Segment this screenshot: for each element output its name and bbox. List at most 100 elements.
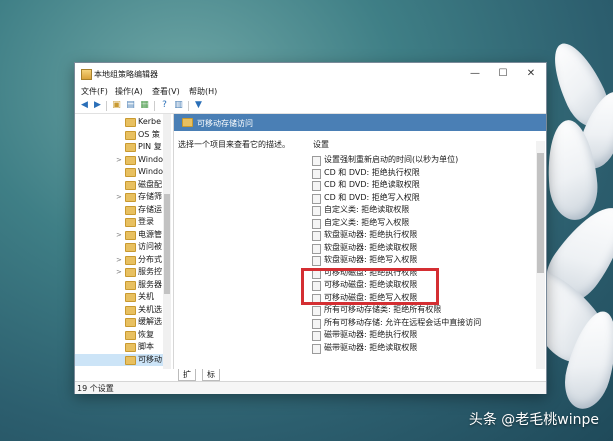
tree-item[interactable]: 恢复 [75, 329, 170, 341]
folder-icon [125, 343, 136, 352]
menu-help[interactable]: 帮助(H) [189, 86, 217, 97]
tree-item[interactable]: 缓解选 [75, 316, 170, 328]
setting-label: 所有可移动存储: 允许在远程会话中直接访问 [324, 317, 482, 327]
tree-item[interactable]: 可移动 [75, 353, 170, 366]
folder-icon [125, 118, 136, 127]
folder-icon [125, 205, 136, 215]
tree-item-label: 缓解选 [138, 317, 162, 326]
policy-setting-icon [312, 181, 321, 191]
tree-item[interactable]: 磁盘配 [75, 179, 170, 191]
tree-item[interactable]: > Windo [75, 154, 170, 166]
setting-label: 软盘驱动器: 拒绝读取权限 [324, 242, 418, 252]
maximize-button[interactable]: ☐ [489, 63, 517, 85]
tab-extended[interactable]: 扩展 [178, 369, 196, 390]
tree-item-label: PIN 复 [138, 142, 162, 151]
tree-scroll-thumb[interactable] [164, 194, 170, 294]
tree-item[interactable]: > 分布式 [75, 254, 170, 266]
show-hide-tree-icon[interactable]: ▤ [125, 100, 136, 111]
tree-item-label: 服务器 [138, 279, 162, 289]
policy-setting-icon [312, 156, 321, 166]
setting-label: CD 和 DVD: 拒绝执行权限 [324, 167, 420, 177]
navigation-tree: Kerbe OS 策 PIN 复 > Windo Windo 磁盘配 > 存储筛 存储运 登录 > 电源… [75, 114, 174, 369]
folder-icon [182, 118, 193, 127]
close-button[interactable]: ✕ [517, 63, 545, 85]
back-arrow-icon[interactable]: ◀ [79, 100, 90, 111]
expand-chevron-icon[interactable]: > [116, 191, 124, 203]
folder-icon [125, 330, 136, 340]
tree-item[interactable]: 访问被 [75, 241, 170, 253]
menu-bar: 文件(F) 操作(A) 查看(V) 帮助(H) [75, 85, 546, 98]
policy-setting-icon [312, 193, 321, 204]
tree-item[interactable]: PIN 复 [75, 141, 170, 153]
forward-arrow-icon[interactable]: ▶ [92, 100, 103, 111]
settings-scroll-thumb[interactable] [537, 153, 544, 273]
column-header-settings[interactable]: 设置 [313, 139, 329, 150]
app-icon [81, 69, 92, 80]
tree-item[interactable]: 存储运 [75, 204, 170, 216]
minimize-button[interactable]: — [461, 63, 489, 85]
settings-scrollbar[interactable] [536, 141, 545, 369]
up-folder-icon[interactable]: ▣ [111, 100, 122, 111]
toolbar-separator [154, 101, 155, 111]
description-text: 选择一个项目来查看它的描述。 [178, 140, 290, 149]
expand-chevron-icon[interactable]: > [116, 254, 124, 266]
window-title: 本地组策略编辑器 [94, 70, 158, 79]
expand-chevron-icon[interactable]: > [116, 266, 124, 278]
filter-icon[interactable]: ▼ [193, 100, 204, 111]
policy-setting-icon [312, 231, 321, 241]
content-header-title: 可移动存储访问 [197, 119, 253, 128]
title-bar[interactable]: 本地组策略编辑器 — ☐ ✕ [75, 63, 546, 85]
toolbar-separator [106, 101, 107, 111]
highlight-box [301, 268, 439, 305]
menu-view[interactable]: 查看(V) [152, 86, 180, 97]
status-bar: 19 个设置 [75, 381, 546, 394]
folder-icon [125, 268, 136, 277]
settings-list: 设置 设置强制重新启动的时间(以秒为单位) CD 和 DVD: 拒绝执行权限 CD … [304, 131, 546, 369]
tree-item[interactable]: 脚本 [75, 341, 170, 353]
tree-item-label: 分布式 [138, 254, 162, 264]
menu-file[interactable]: 文件(F) [81, 86, 108, 97]
tree-item[interactable]: 服务器 [75, 279, 170, 291]
policy-setting-icon [312, 168, 321, 179]
tree-item-label: 存储筛 [138, 192, 162, 201]
export-list-icon[interactable]: ▦ [139, 100, 150, 111]
tree-item[interactable]: > 电源管 [75, 229, 170, 241]
tree-item[interactable]: 关机选 [75, 304, 170, 316]
tree-item[interactable]: Windo [75, 166, 170, 178]
tree-item[interactable]: Kerbe [75, 116, 170, 128]
tree-item-label: 关机选 [138, 304, 162, 314]
folder-icon [125, 293, 136, 302]
expand-chevron-icon[interactable]: > [116, 229, 124, 241]
setting-label: 所有可移动存储类: 拒绝所有权限 [324, 305, 442, 314]
policy-setting-icon [312, 256, 321, 266]
content-header: 可移动存储访问 [174, 114, 546, 131]
expand-chevron-icon[interactable]: > [116, 154, 124, 166]
folder-icon [125, 168, 136, 177]
policy-setting-icon [312, 343, 321, 354]
tree-item[interactable]: 关机 [75, 291, 170, 303]
folder-icon [125, 230, 136, 240]
tree-item[interactable]: > 服务控 [75, 266, 170, 278]
tree-item-label: OS 策 [138, 129, 160, 139]
tree-item-label: Windo [138, 167, 163, 176]
setting-label: 磁带驱动器: 拒绝执行权限 [324, 330, 418, 339]
tree-item[interactable]: OS 策 [75, 129, 170, 141]
folder-icon [125, 143, 136, 152]
tree-item[interactable]: > 存储筛 [75, 191, 170, 203]
setting-label: CD 和 DVD: 拒绝读取权限 [324, 180, 420, 189]
tree-item-label: 服务控 [138, 267, 162, 276]
folder-icon [125, 218, 136, 227]
policy-setting-icon [312, 206, 321, 216]
tree-item[interactable]: 登录 [75, 216, 170, 228]
menu-action[interactable]: 操作(A) [115, 86, 143, 97]
setting-label: 软盘驱动器: 拒绝写入权限 [324, 255, 418, 264]
tab-standard[interactable]: 标准 [202, 369, 220, 390]
help-icon[interactable]: ? [159, 100, 170, 111]
properties-icon[interactable]: ▥ [173, 100, 184, 111]
policy-setting-icon [312, 218, 321, 229]
folder-icon [125, 280, 136, 290]
folder-icon [125, 255, 136, 265]
tree-scrollbar[interactable] [163, 114, 171, 369]
folder-icon [125, 355, 136, 365]
tree-item-label: 脚本 [138, 342, 154, 351]
